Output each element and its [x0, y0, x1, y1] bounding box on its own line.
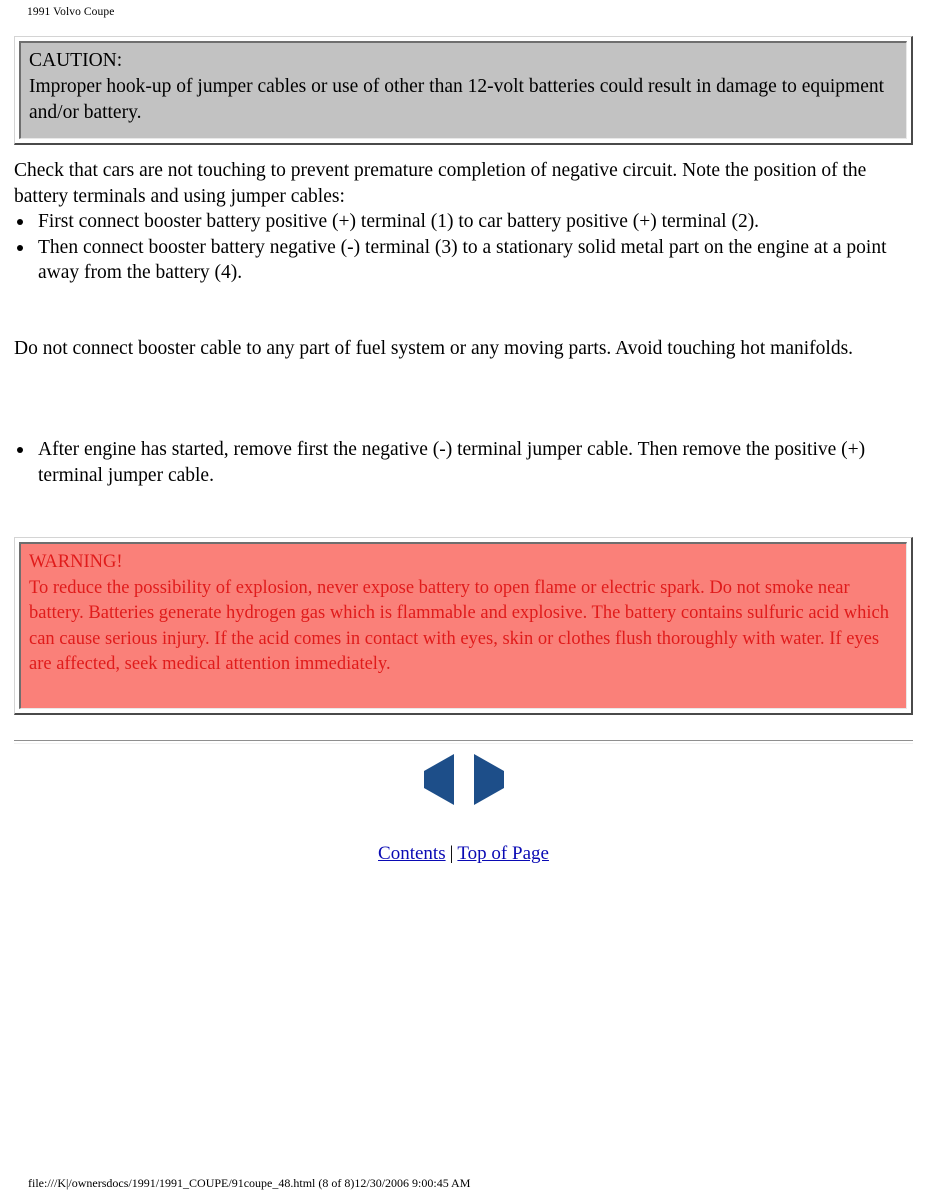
list-item: After engine has started, remove first t…: [14, 437, 913, 488]
list-item-text: After engine has started, remove first t…: [38, 439, 866, 486]
caution-title: CAUTION:: [29, 50, 123, 71]
page-navigation-arrows: [0, 754, 927, 814]
next-page-arrow-icon[interactable]: [471, 754, 507, 814]
horizontal-divider: [14, 740, 913, 744]
bullet-list-connect: First connect booster battery positive (…: [14, 209, 913, 286]
warning-box: WARNING! To reduce the possibility of ex…: [14, 537, 913, 715]
list-item-text: First connect booster battery positive (…: [38, 211, 760, 232]
caution-box-inner: CAUTION: Improper hook-up of jumper cabl…: [19, 41, 907, 139]
fuel-warning-paragraph: Do not connect booster cable to any part…: [14, 338, 854, 359]
warning-box-inner: WARNING! To reduce the possibility of ex…: [19, 542, 907, 709]
right-triangle-icon: [473, 754, 504, 805]
list-item: First connect booster battery positive (…: [14, 209, 913, 235]
print-footer-path: file:///K|/ownersdocs/1991/1991_COUPE/91…: [28, 1176, 471, 1190]
warning-title: WARNING!: [29, 552, 123, 572]
list-item: Then connect booster battery negative (-…: [14, 235, 913, 286]
intro-paragraph: Check that cars are not touching to prev…: [14, 160, 867, 207]
contents-link[interactable]: Contents: [378, 843, 446, 864]
bullet-list-disconnect: After engine has started, remove first t…: [14, 437, 913, 488]
caution-body: Improper hook-up of jumper cables or use…: [29, 76, 885, 123]
left-triangle-icon: [423, 754, 454, 805]
fuel-warning-paragraph-block: Do not connect booster cable to any part…: [14, 336, 913, 362]
bullet-dot-icon: [17, 219, 23, 225]
top-of-page-link[interactable]: Top of Page: [457, 843, 549, 864]
link-separator: |: [449, 843, 454, 864]
bullet-dot-icon: [17, 447, 23, 453]
page-running-head: 1991 Volvo Coupe: [27, 6, 115, 18]
bullet-dot-icon: [17, 244, 23, 251]
footer-link-bar: Contents | Top of Page: [0, 842, 927, 866]
intro-paragraph-block: Check that cars are not touching to prev…: [14, 158, 913, 209]
previous-page-arrow-icon[interactable]: [421, 754, 457, 814]
caution-box: CAUTION: Improper hook-up of jumper cabl…: [14, 36, 913, 145]
list-item-text: Then connect booster battery negative (-…: [38, 236, 887, 284]
warning-body: To reduce the possibility of explosion, …: [29, 577, 889, 675]
